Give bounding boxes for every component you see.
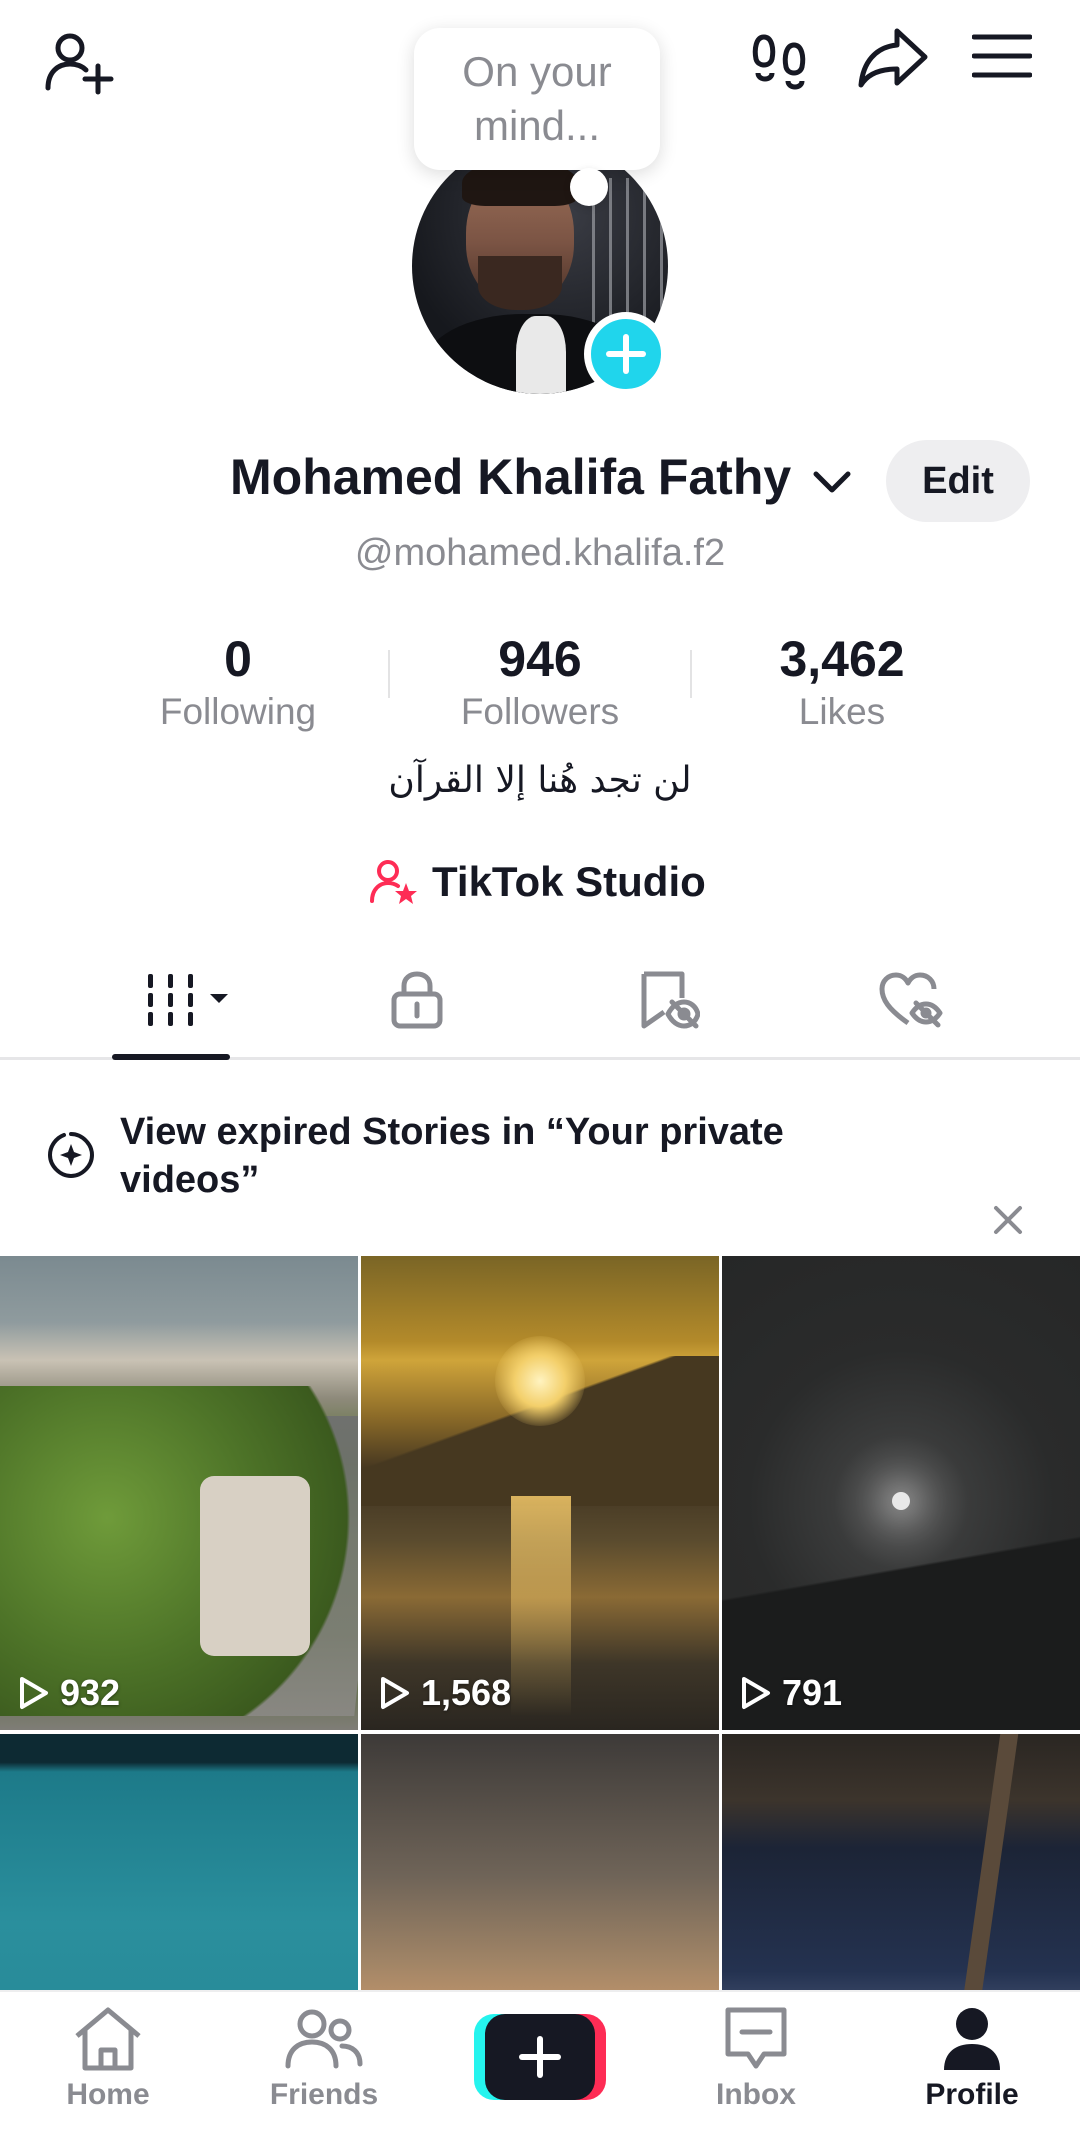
username: @mohamed.khalifa.f2 <box>354 532 726 574</box>
nav-friends-label: Friends <box>269 2078 379 2111</box>
stat-likes-label: Likes <box>798 691 886 732</box>
nav-inbox[interactable]: Inbox <box>676 2006 836 2126</box>
stat-following-label: Following <box>159 691 317 732</box>
stat-likes-value: 3,462 <box>779 631 905 687</box>
avatar-beard <box>478 256 562 310</box>
stat-following-value: 0 <box>224 631 252 687</box>
heart-hidden-icon <box>879 972 943 1028</box>
top-bar: On your mind... <box>0 0 1080 206</box>
add-story-plus-icon[interactable] <box>584 312 668 396</box>
nav-profile-label: Profile <box>925 2078 1019 2111</box>
avatar-shirt <box>516 316 566 394</box>
stat-following[interactable]: 0 Following <box>118 630 358 736</box>
close-icon[interactable] <box>988 1200 1028 1240</box>
video-thumbnail[interactable]: 932 <box>0 1256 358 1730</box>
nav-inbox-label: Inbox <box>716 2078 796 2111</box>
tab-private[interactable] <box>378 968 456 1032</box>
thumbnail-scenery <box>200 1476 310 1656</box>
thumbnail-scenery <box>892 1492 910 1510</box>
footprints-icon[interactable] <box>744 24 816 100</box>
share-icon[interactable] <box>852 20 934 96</box>
inbox-icon <box>725 2007 787 2069</box>
create-button-face <box>485 2014 595 2100</box>
creator-star-icon <box>370 860 417 904</box>
chevron-down-icon[interactable] <box>812 464 852 500</box>
stat-divider <box>690 650 692 698</box>
stats-row: 0 Following 946 Followers 3,462 Likes <box>0 630 1080 740</box>
expired-stories-text: View expired Stories in “Your private vi… <box>120 1111 784 1201</box>
plus-icon <box>519 2036 561 2078</box>
thought-bubble[interactable]: On your mind... <box>414 28 660 170</box>
bottom-navigation: Home Friends Inbox Profile <box>0 1990 1080 2138</box>
video-thumbnail[interactable]: 1,568 <box>361 1256 719 1730</box>
story-sparkle-icon <box>47 1132 95 1179</box>
lock-icon <box>391 971 443 1029</box>
stat-likes[interactable]: 3,462 Likes <box>722 630 962 736</box>
profile-name-row: Mohamed Khalifa Fathy Edit <box>0 440 1080 522</box>
active-tab-indicator <box>112 1054 230 1060</box>
expired-stories-banner[interactable]: View expired Stories in “Your private vi… <box>0 1064 1080 1254</box>
thumbnail-scenery <box>963 1734 1019 1990</box>
nav-home-label: Home <box>66 2078 150 2111</box>
video-thumbnail[interactable] <box>722 1734 1080 1990</box>
nav-profile[interactable]: Profile <box>892 2006 1052 2126</box>
friends-icon <box>285 2009 363 2069</box>
add-friend-icon[interactable] <box>38 26 120 100</box>
nav-friends[interactable]: Friends <box>244 2006 404 2126</box>
tab-videos[interactable] <box>132 968 252 1032</box>
video-thumbnail[interactable] <box>361 1734 719 1990</box>
view-count: 791 <box>740 1672 842 1714</box>
thought-bubble-tail <box>570 168 608 206</box>
tiktok-studio-link[interactable]: TikTok Studio <box>370 852 706 912</box>
stat-divider <box>388 650 390 698</box>
view-count-value: 1,568 <box>421 1672 512 1713</box>
view-count: 932 <box>18 1672 120 1714</box>
tab-liked[interactable] <box>872 968 950 1032</box>
bookmark-hidden-icon <box>641 971 700 1029</box>
profile-bio: لن تجد هُنا إلا القرآن <box>388 760 692 801</box>
profile-tabs <box>0 950 1080 1060</box>
thumbnail-scenery <box>495 1336 585 1426</box>
edit-profile-button[interactable]: Edit <box>886 440 1030 522</box>
profile-name[interactable]: Mohamed Khalifa Fathy <box>230 448 791 506</box>
view-count-value: 932 <box>60 1672 121 1713</box>
thought-bubble-text: On your mind... <box>462 48 612 149</box>
video-thumbnail[interactable]: 791 <box>722 1256 1080 1730</box>
tab-favorites[interactable] <box>630 968 708 1032</box>
home-icon <box>75 2007 141 2071</box>
video-grid: 932 1,568 791 <box>0 1256 1080 1990</box>
stat-followers[interactable]: 946 Followers <box>420 630 660 736</box>
thumbnail-scenery <box>511 1496 571 1716</box>
play-icon <box>742 1677 770 1709</box>
view-count: 1,568 <box>379 1672 511 1714</box>
tiktok-studio-label: TikTok Studio <box>432 858 706 905</box>
view-count-value: 791 <box>782 1672 843 1713</box>
videos-grid-icon <box>148 974 228 1026</box>
profile-icon <box>944 2008 1000 2070</box>
create-button[interactable] <box>474 2014 606 2100</box>
play-icon <box>381 1677 409 1709</box>
nav-home[interactable]: Home <box>28 2006 188 2126</box>
stat-followers-label: Followers <box>460 691 620 732</box>
video-thumbnail[interactable] <box>0 1734 358 1990</box>
stat-followers-value: 946 <box>498 631 582 687</box>
play-icon <box>20 1677 48 1709</box>
menu-icon[interactable] <box>966 24 1038 88</box>
